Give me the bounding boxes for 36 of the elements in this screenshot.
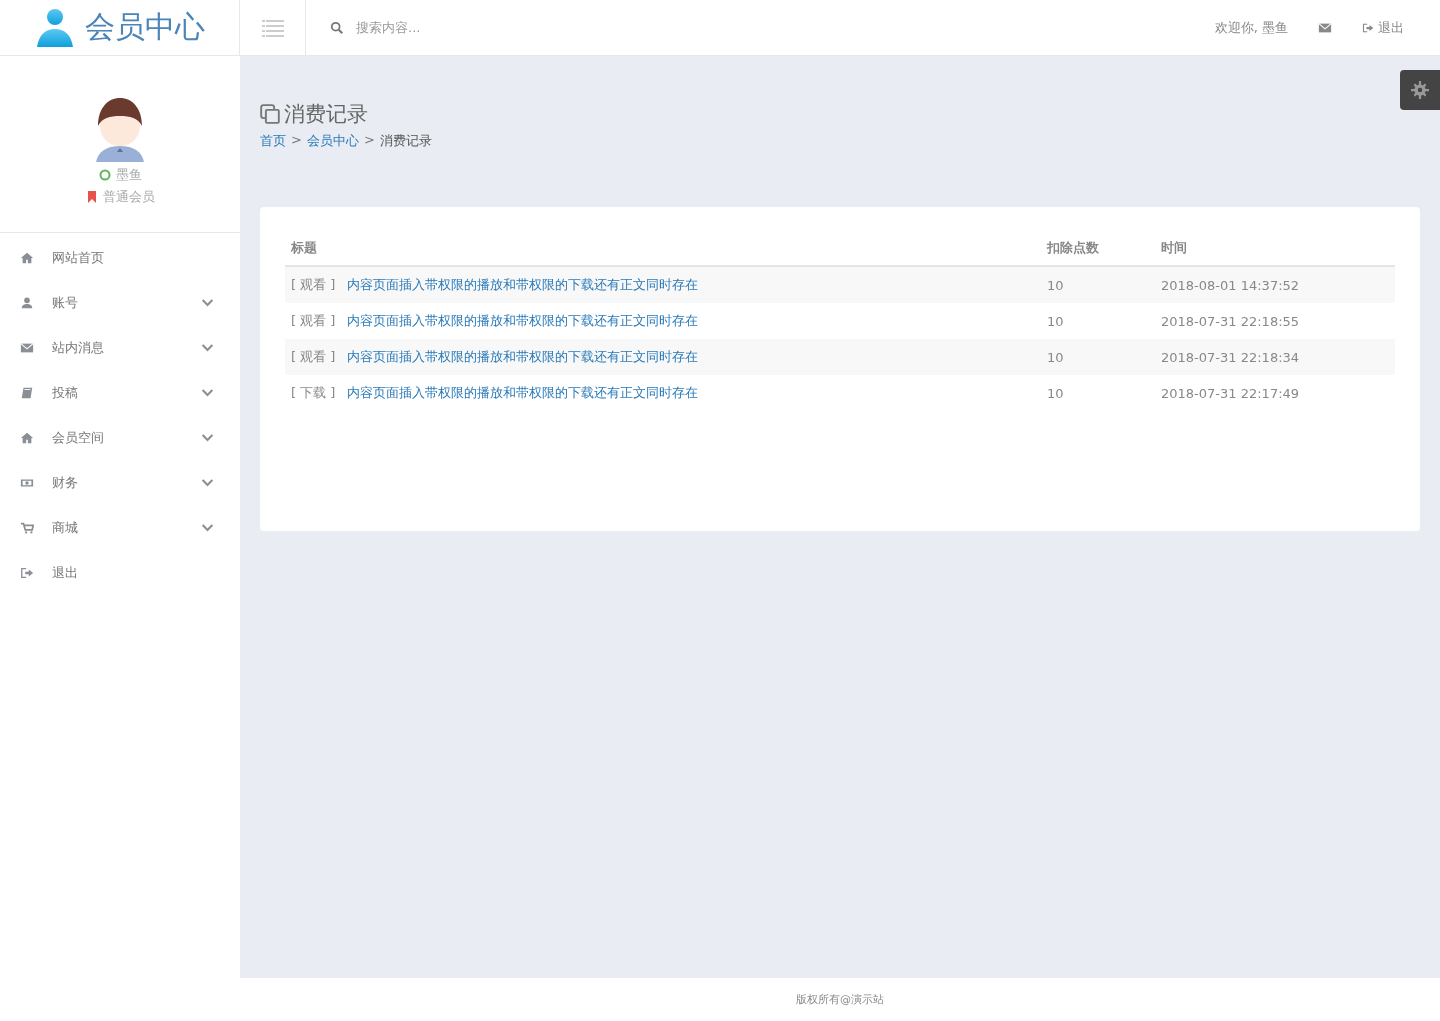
sidebar-item[interactable]: 站内消息 [0,325,240,370]
table-cell: 10 [1041,375,1155,411]
table-cell: 10 [1041,266,1155,303]
sidebar-item[interactable]: 退出 [0,550,240,595]
breadcrumb-separator: > [363,132,375,149]
logo-text: 会员中心 [84,8,205,46]
breadcrumb-current: 消费记录 [379,132,432,150]
record-title-link[interactable]: 内容页面插入带权限的播放和带权限的下载还有正文同时存在 [347,277,699,292]
record-type: [ 下载 ] [291,385,336,400]
copyright-text: 版权所有@演示站 [796,992,884,1007]
table-cell: 2018-07-31 22:18:34 [1155,339,1395,375]
sidebar-item[interactable]: 会员空间 [0,415,240,460]
record-title-link[interactable]: 内容页面插入带权限的播放和带权限的下载还有正文同时存在 [347,385,699,400]
sidebar-item[interactable]: 网站首页 [0,235,240,280]
page-title: 消费记录 [284,101,368,128]
breadcrumb-separator: > [291,132,302,149]
record-type: [ 观看 ] [291,349,336,364]
table-cell: 2018-07-31 22:17:49 [1155,375,1395,411]
record-title-link[interactable]: 内容页面插入带权限的播放和带权限的下载还有正文同时存在 [347,349,699,364]
sidebar-item[interactable]: 账号 [0,280,240,325]
username: 墨鱼 [115,166,142,184]
table-cell: 10 [1041,303,1155,339]
logout-link[interactable]: 退出 [1362,18,1404,37]
sidebar-item[interactable]: 商城 [0,505,240,550]
member-level: 普通会员 [102,188,155,206]
breadcrumb-link[interactable]: 会员中心 [306,132,359,150]
breadcrumb-link[interactable]: 首页 [260,132,286,150]
table-cell: 2018-08-01 14:37:52 [1155,266,1395,303]
welcome-text: 欢迎你, 墨鱼 [1214,18,1288,37]
sidebar-item[interactable]: 投稿 [0,370,240,415]
record-type: [ 观看 ] [291,277,336,292]
table-cell: 2018-07-31 22:18:55 [1155,303,1395,339]
record-type: [ 观看 ] [291,313,336,328]
sidebar-item[interactable]: 财务 [0,460,240,505]
record-title-link[interactable]: 内容页面插入带权限的播放和带权限的下载还有正文同时存在 [347,313,699,328]
table-cell: 10 [1041,339,1155,375]
